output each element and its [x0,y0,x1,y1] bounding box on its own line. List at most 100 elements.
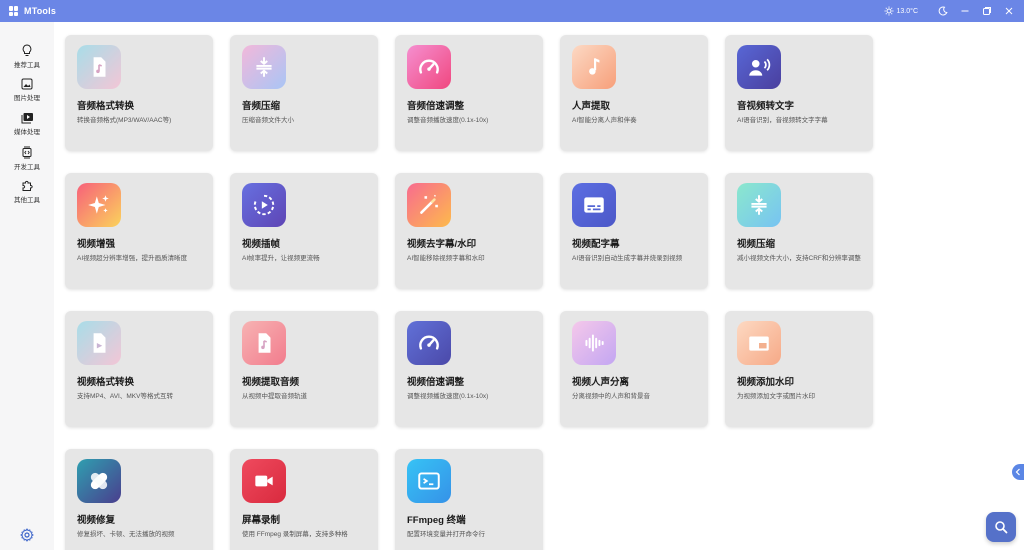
tool-card-icon [407,321,451,365]
compress-icon [751,195,767,215]
sidebar-item-image[interactable]: 图片处理 [0,78,54,112]
tool-card-title: 视频人声分离 [572,377,630,388]
tool-card-icon [77,45,121,89]
close-button[interactable] [998,0,1020,22]
tool-card-icon [737,321,781,365]
sparkle-icon [88,195,109,214]
sidebar-item-label: 图片处理 [14,95,40,102]
app-title: MTools [24,6,57,16]
tool-card-description: 支持MP4、AVI、MKV等格式互转 [77,393,173,400]
speed-icon [419,59,439,74]
tool-card[interactable]: 音频压缩 压缩音频文件大小 [230,35,378,151]
compress-icon [256,57,272,77]
tool-card[interactable]: 视频插帧 AI帧率提升，让视频更流畅 [230,173,378,289]
tool-card[interactable]: 视频配字幕 AI语音识别自动生成字幕并烧录到视频 [560,173,708,289]
tool-card-description: AI帧率提升，让视频更流畅 [242,255,320,262]
tool-card[interactable]: 视频添加水印 为视频添加文字或图片水印 [725,311,873,427]
tool-card[interactable]: 音视频转文字 AI语音识别，音视频转文字字幕 [725,35,873,151]
sidebar-item-dev[interactable]: 开发工具 [0,146,54,180]
sidebar-item-label: 其他工具 [14,197,40,204]
sidebar-item-other[interactable]: 其他工具 [0,180,54,214]
tool-card[interactable]: 音频格式转换 转换音频格式(MP3/WAV/AAC等) [65,35,213,151]
image-icon [21,78,33,90]
tool-card-description: AI语音识别，音视频转文字字幕 [737,117,828,124]
tool-card-title: 屏幕录制 [242,515,281,526]
tool-card[interactable]: 视频人声分离分离视频中的人声和背景音 [560,311,708,427]
tool-card-description: 从视频中提取音频轨道 [242,393,307,400]
tool-card-title: 视频去字幕/水印 [407,239,477,250]
sidebar: 推荐工具 图片处理 媒体处理 开发工具 其他工具 [0,22,54,550]
tool-card[interactable]: 视频去字幕/水印 AI智能移除视频字幕和水印 [395,173,543,289]
watermark-icon [749,336,769,351]
waveform-icon [585,334,604,352]
tool-card-description: 为视频添加文字或图片水印 [737,393,815,400]
minimize-button[interactable] [954,0,976,22]
tool-card-icon [572,45,616,89]
gear-icon[interactable] [20,528,34,542]
sidebar-item-label: 开发工具 [14,164,40,171]
moon-icon [938,6,948,16]
tool-card-title: 音视频转文字 [737,101,795,112]
weather-widget[interactable]: 13.0°C [884,6,918,16]
magic-wand-icon [420,194,439,214]
media-icon [21,113,33,124]
play-circle-icon [253,194,275,216]
tool-card-description: 分离视频中的人声和背景音 [572,393,650,400]
theme-toggle-button[interactable] [932,0,954,22]
tool-card-title: 视频倍速调整 [407,377,465,388]
tool-card-description: AI智能移除视频字幕和水印 [407,255,485,262]
tool-card-title: 视频插帧 [242,239,281,250]
terminal-icon [418,472,440,490]
tool-card-description: AI智能分离人声和伴奏 [572,117,637,124]
sidebar-item-label: 推荐工具 [14,62,40,69]
tool-card[interactable]: 人声提取 AI智能分离人声和伴奏 [560,35,708,151]
app-logo-icon [9,6,19,16]
tool-card-icon [242,183,286,227]
tool-card-title: 音频倍速调整 [407,101,465,112]
tool-card-description: 配置环境变量并打开命令行 [407,531,485,538]
video-camera-icon [255,475,273,487]
code-icon [22,146,32,159]
tool-card[interactable]: 视频格式转换 支持MP4、AVI、MKV等格式互转 [65,311,213,427]
lightbulb-icon [22,44,32,56]
music-note-icon [589,58,600,75]
tool-card[interactable]: 视频提取音频从视频中提取音频轨道 [230,311,378,427]
tool-card-description: 减小视频文件大小，支持CRF和分辨率调整 [737,255,861,262]
tool-card-description: 修复损坏、卡顿、无法播放的视频 [77,531,175,538]
maximize-button[interactable] [976,0,998,22]
tool-card-icon [77,183,121,227]
audio-file-icon [258,333,271,353]
tool-card[interactable]: 音频倍速调整 调整音频播放速度(0.1x-10x) [395,35,543,151]
close-icon [1005,7,1013,15]
minimize-icon [961,10,969,12]
tool-card-icon [242,459,286,503]
search-button[interactable] [986,512,1016,542]
tool-card-icon [572,183,616,227]
subtitles-icon [584,197,604,213]
sidebar-item-media[interactable]: 媒体处理 [0,112,54,146]
speech-icon [749,58,771,76]
tool-card-icon [242,45,286,89]
sidebar-item-recommended[interactable]: 推荐工具 [0,44,54,78]
speed-icon [419,335,439,350]
puzzle-icon [22,180,33,191]
tool-card-icon [407,183,451,227]
tool-card-icon [572,321,616,365]
tool-card[interactable]: 视频增强 AI视频超分辨率增强，提升画质清晰度 [65,173,213,289]
tool-card-description: AI视频超分辨率增强，提升画质清晰度 [77,255,188,262]
collapse-panel-button[interactable] [1012,464,1024,480]
tool-card[interactable]: 视频倍速调整 调整视频播放速度(0.1x-10x) [395,311,543,427]
tool-card-title: 视频增强 [77,239,116,250]
title-bar: MTools 13.0°C [0,0,1024,22]
tool-card-description: 压缩音频文件大小 [242,117,294,124]
tool-card-icon [737,183,781,227]
tool-card-title: 音频格式转换 [77,101,135,112]
tool-card[interactable]: FFmpeg 终端 配置环境变量并打开命令行 [395,449,543,550]
tool-card-title: 视频提取音频 [242,377,300,388]
tool-card[interactable]: 视频修复 修复损坏、卡顿、无法播放的视频 [65,449,213,550]
tool-card[interactable]: 视频压缩 减小视频文件大小，支持CRF和分辨率调整 [725,173,873,289]
tool-card[interactable]: 屏幕录制 使用 FFmpeg 录制屏幕，支持多种格 [230,449,378,550]
tool-card-icon [407,459,451,503]
tool-card-title: 人声提取 [572,101,611,112]
tool-card-icon [77,459,121,503]
